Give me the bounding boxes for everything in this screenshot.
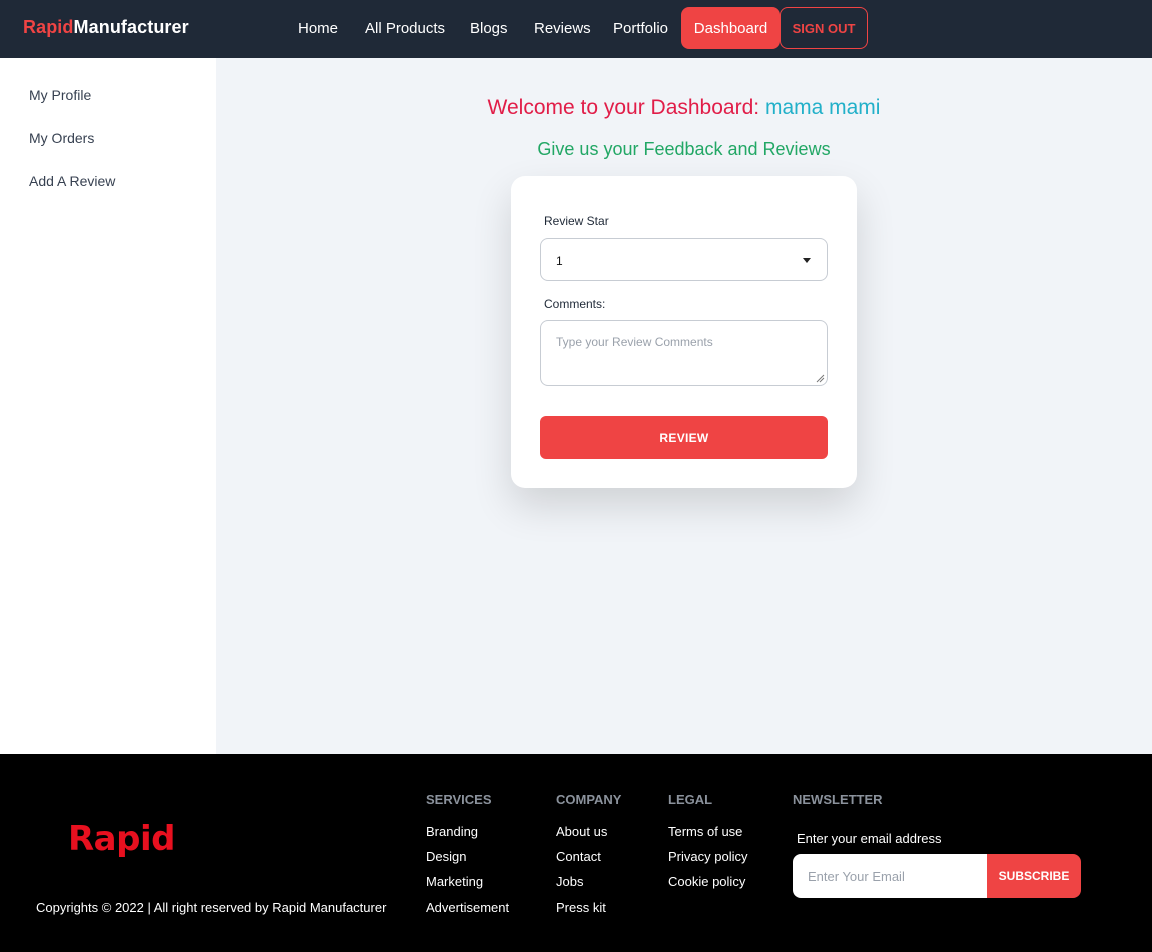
footer-link-privacy[interactable]: Privacy policy: [668, 849, 747, 864]
resize-grip-icon[interactable]: [816, 374, 825, 383]
footer-link-branding[interactable]: Branding: [426, 824, 478, 839]
brand-logo[interactable]: RapidManufacturer: [23, 17, 189, 38]
user-name: mama mami: [764, 96, 881, 119]
review-star-label: Review Star: [544, 214, 609, 228]
newsletter-label: Enter your email address: [797, 831, 942, 846]
nav-portfolio[interactable]: Portfolio: [613, 20, 668, 37]
footer-link-contact[interactable]: Contact: [556, 849, 601, 864]
footer-link-jobs[interactable]: Jobs: [556, 874, 583, 889]
footer-link-advertisement[interactable]: Advertisement: [426, 900, 509, 915]
brand-part-manufacturer: Manufacturer: [73, 17, 189, 37]
review-submit-button[interactable]: REVIEW: [540, 416, 828, 459]
comments-placeholder: Type your Review Comments: [556, 335, 713, 349]
caret-down-icon: [803, 258, 811, 263]
footer-logo: Rapid: [68, 819, 175, 858]
sidebar-item-my-profile[interactable]: My Profile: [29, 87, 91, 103]
top-navbar: RapidManufacturer Home All Products Blog…: [0, 0, 1152, 58]
nav-reviews[interactable]: Reviews: [534, 20, 591, 37]
sign-out-button[interactable]: SIGN OUT: [780, 7, 868, 49]
sidebar-item-add-review[interactable]: Add A Review: [29, 173, 115, 189]
site-footer: Rapid Copyrights © 2022 | All right rese…: [0, 754, 1152, 952]
nav-all-products[interactable]: All Products: [365, 20, 445, 37]
feedback-title: Give us your Feedback and Reviews: [537, 139, 831, 159]
review-star-value: 1: [556, 254, 563, 268]
brand-part-rapid: Rapid: [23, 17, 74, 37]
welcome-heading: Welcome to your Dashboard: mama mami: [216, 96, 1152, 120]
footer-link-terms[interactable]: Terms of use: [668, 824, 742, 839]
footer-heading-services: SERVICES: [426, 792, 492, 807]
newsletter-email-input[interactable]: Enter Your Email: [793, 854, 988, 898]
copyright-text: Copyrights © 2022 | All right reserved b…: [36, 900, 387, 915]
footer-link-about[interactable]: About us: [556, 824, 607, 839]
subscribe-button[interactable]: SUBSCRIBE: [987, 854, 1081, 898]
comments-textarea[interactable]: Type your Review Comments: [540, 320, 828, 386]
welcome-text: Welcome to your Dashboard:: [487, 96, 765, 119]
nav-blogs[interactable]: Blogs: [470, 20, 508, 37]
footer-heading-legal: LEGAL: [668, 792, 713, 807]
comments-label: Comments:: [544, 297, 606, 311]
footer-logo-text: Rapid: [68, 819, 175, 858]
review-form-card: Review Star 1 Comments: Type your Review…: [511, 176, 857, 488]
review-star-select[interactable]: 1: [540, 238, 828, 281]
sidebar-item-my-orders[interactable]: My Orders: [29, 130, 94, 146]
dashboard-sidebar: My Profile My Orders Add A Review: [0, 58, 216, 754]
nav-dashboard-button[interactable]: Dashboard: [681, 7, 780, 49]
footer-link-design[interactable]: Design: [426, 849, 466, 864]
footer-link-cookie[interactable]: Cookie policy: [668, 874, 745, 889]
footer-heading-newsletter: NEWSLETTER: [793, 792, 883, 807]
nav-home[interactable]: Home: [298, 20, 338, 37]
footer-link-press-kit[interactable]: Press kit: [556, 900, 606, 915]
footer-heading-company: COMPANY: [556, 792, 622, 807]
footer-link-marketing[interactable]: Marketing: [426, 874, 483, 889]
newsletter-placeholder: Enter Your Email: [808, 869, 905, 884]
